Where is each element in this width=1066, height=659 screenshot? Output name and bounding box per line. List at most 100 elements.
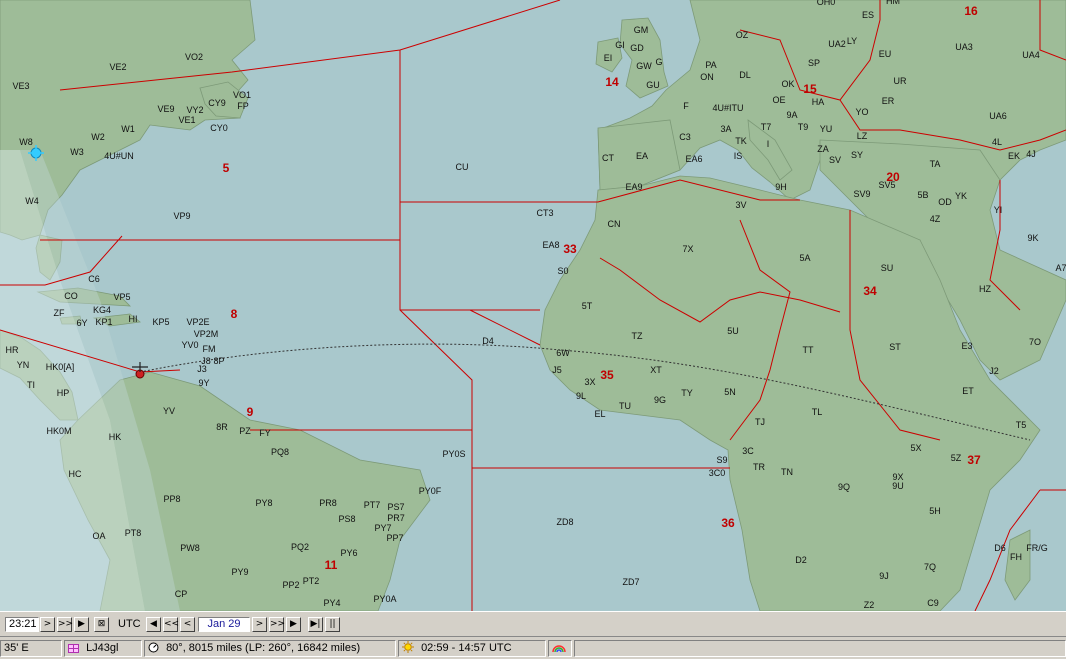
date-field[interactable]: Jan 29: [198, 617, 250, 632]
prefix-label: HA: [812, 97, 825, 107]
status-empty-panel: [574, 640, 1066, 657]
play-icon[interactable]: ▶|: [308, 617, 323, 632]
prefix-label: YU: [820, 124, 833, 134]
prefix-label: TR: [753, 462, 765, 472]
prefix-label: 9Q: [838, 482, 850, 492]
zone-number: 8: [231, 307, 238, 321]
prefix-label: EA9: [625, 182, 642, 192]
prefix-label: VO1: [233, 90, 251, 100]
prefix-label: T7: [761, 122, 772, 132]
prefix-label: 5U: [727, 326, 739, 336]
prefix-label: VP5: [113, 292, 130, 302]
time-field[interactable]: 23:21: [5, 617, 39, 632]
prefix-label: C9: [927, 598, 939, 608]
zone-number: 20: [886, 170, 900, 184]
prefix-label: YK: [955, 191, 967, 201]
locator-value: LJ43gl: [86, 642, 119, 654]
prefix-label: GD: [630, 43, 644, 53]
prefix-label: W1: [121, 124, 135, 134]
date-next-button[interactable]: >: [252, 617, 267, 632]
date-fast-forward-button[interactable]: >>: [269, 617, 285, 632]
prefix-label: 9H: [775, 182, 787, 192]
prefix-label: PZ: [239, 426, 251, 436]
prefix-label: KP5: [152, 317, 169, 327]
prefix-label: ON: [700, 72, 714, 82]
prefix-label: TY: [681, 388, 693, 398]
prefix-label: HK0M: [46, 426, 71, 436]
prefix-label: 9G: [654, 395, 666, 405]
zone-number: 34: [863, 284, 877, 298]
prefix-label: F: [683, 101, 689, 111]
prefix-label: FY: [259, 428, 271, 438]
prefix-label: PR8: [319, 498, 337, 508]
prefix-label: SU: [881, 263, 894, 273]
prefix-label: EA8: [542, 240, 559, 250]
prefix-label: ZA: [817, 144, 829, 154]
prefix-label: GW: [636, 61, 652, 71]
pause-icon[interactable]: ||: [325, 617, 340, 632]
time-step-icon[interactable]: ▶: [74, 617, 89, 632]
prefix-label: CT3: [536, 208, 553, 218]
sun-times: 02:59 - 14:57 UTC: [421, 642, 512, 654]
prefix-label: ZF: [54, 308, 65, 318]
prefix-label: CY9: [208, 98, 226, 108]
date-back-button[interactable]: <: [180, 617, 195, 632]
prefix-label: IS: [734, 151, 743, 161]
prefix-label: UA2: [828, 39, 846, 49]
prefix-label: I: [767, 139, 770, 149]
prefix-label: 5B: [917, 190, 928, 200]
time-controls: 23:21 > >> ▶ ⊠ UTC ◀ << < Jan 29 > >> ▶ …: [0, 611, 1066, 636]
prefix-label: PQ8: [271, 447, 289, 457]
prefix-label: TI: [27, 380, 35, 390]
prefix-label: EA: [636, 151, 648, 161]
prefix-label: ZD8: [556, 517, 573, 527]
propagation-panel[interactable]: [548, 640, 572, 657]
sun-icon: [402, 641, 414, 658]
prefix-label: EU: [879, 49, 892, 59]
prefix-label: W8: [19, 137, 33, 147]
time-next-button[interactable]: >: [40, 617, 55, 632]
zone-number: 14: [605, 75, 619, 89]
prefix-label: 3X: [584, 377, 595, 387]
prefix-label: A7: [1055, 263, 1066, 273]
prefix-label: VE3: [12, 81, 29, 91]
prefix-label: J5: [552, 365, 562, 375]
prefix-label: VE1: [178, 115, 195, 125]
date-back-fast-button[interactable]: <<: [163, 617, 179, 632]
prefix-label: J3: [197, 364, 207, 374]
prefix-label: T9: [798, 122, 809, 132]
prefix-label: PP2: [282, 580, 299, 590]
prefix-label: 9L: [576, 391, 586, 401]
world-map[interactable]: VE2 VO2 VE3 VE9 VY2 VE1 CY9 VO1 FP CY0 W1 W2 W3 4U#UN…: [0, 0, 1066, 611]
prefix-label: PS8: [338, 514, 355, 524]
prefix-label: HI: [129, 314, 138, 324]
prefix-label: 3V: [735, 200, 746, 210]
prefix-label: PT2: [303, 576, 320, 586]
date-step-icon[interactable]: ▶: [286, 617, 301, 632]
prefix-label: VO2: [185, 52, 203, 62]
compass-icon: [148, 642, 159, 658]
prefix-label: ET: [962, 386, 974, 396]
prefix-label: UR: [894, 76, 907, 86]
prefix-label: PP7: [386, 533, 403, 543]
date-back-far-icon[interactable]: ◀: [146, 617, 161, 632]
prefix-label: PY8: [255, 498, 272, 508]
prefix-label: PQ2: [291, 542, 309, 552]
prefix-label: 5T: [582, 301, 593, 311]
prefix-label: TA: [930, 159, 941, 169]
prefix-label: 3C: [742, 446, 754, 456]
status-bar: 35' E LJ43gl 80°, 8015 miles (LP: 260°, …: [0, 636, 1066, 659]
zone-number: 33: [563, 242, 577, 256]
prefix-label: 6W: [556, 348, 570, 358]
prefix-label: HM: [886, 0, 900, 6]
time-fast-forward-button[interactable]: >>: [57, 617, 73, 632]
prefix-label: ES: [862, 10, 874, 20]
prefix-label: 5A: [799, 253, 810, 263]
prefix-label: 5X: [910, 443, 921, 453]
time-mark-icon[interactable]: ⊠: [94, 617, 109, 632]
prefix-label: PA: [705, 60, 716, 70]
prefix-label: PY7: [374, 523, 391, 533]
prefix-label: J2: [989, 366, 999, 376]
prefix-label: 7O: [1029, 337, 1041, 347]
prefix-label: PY0A: [373, 594, 396, 604]
